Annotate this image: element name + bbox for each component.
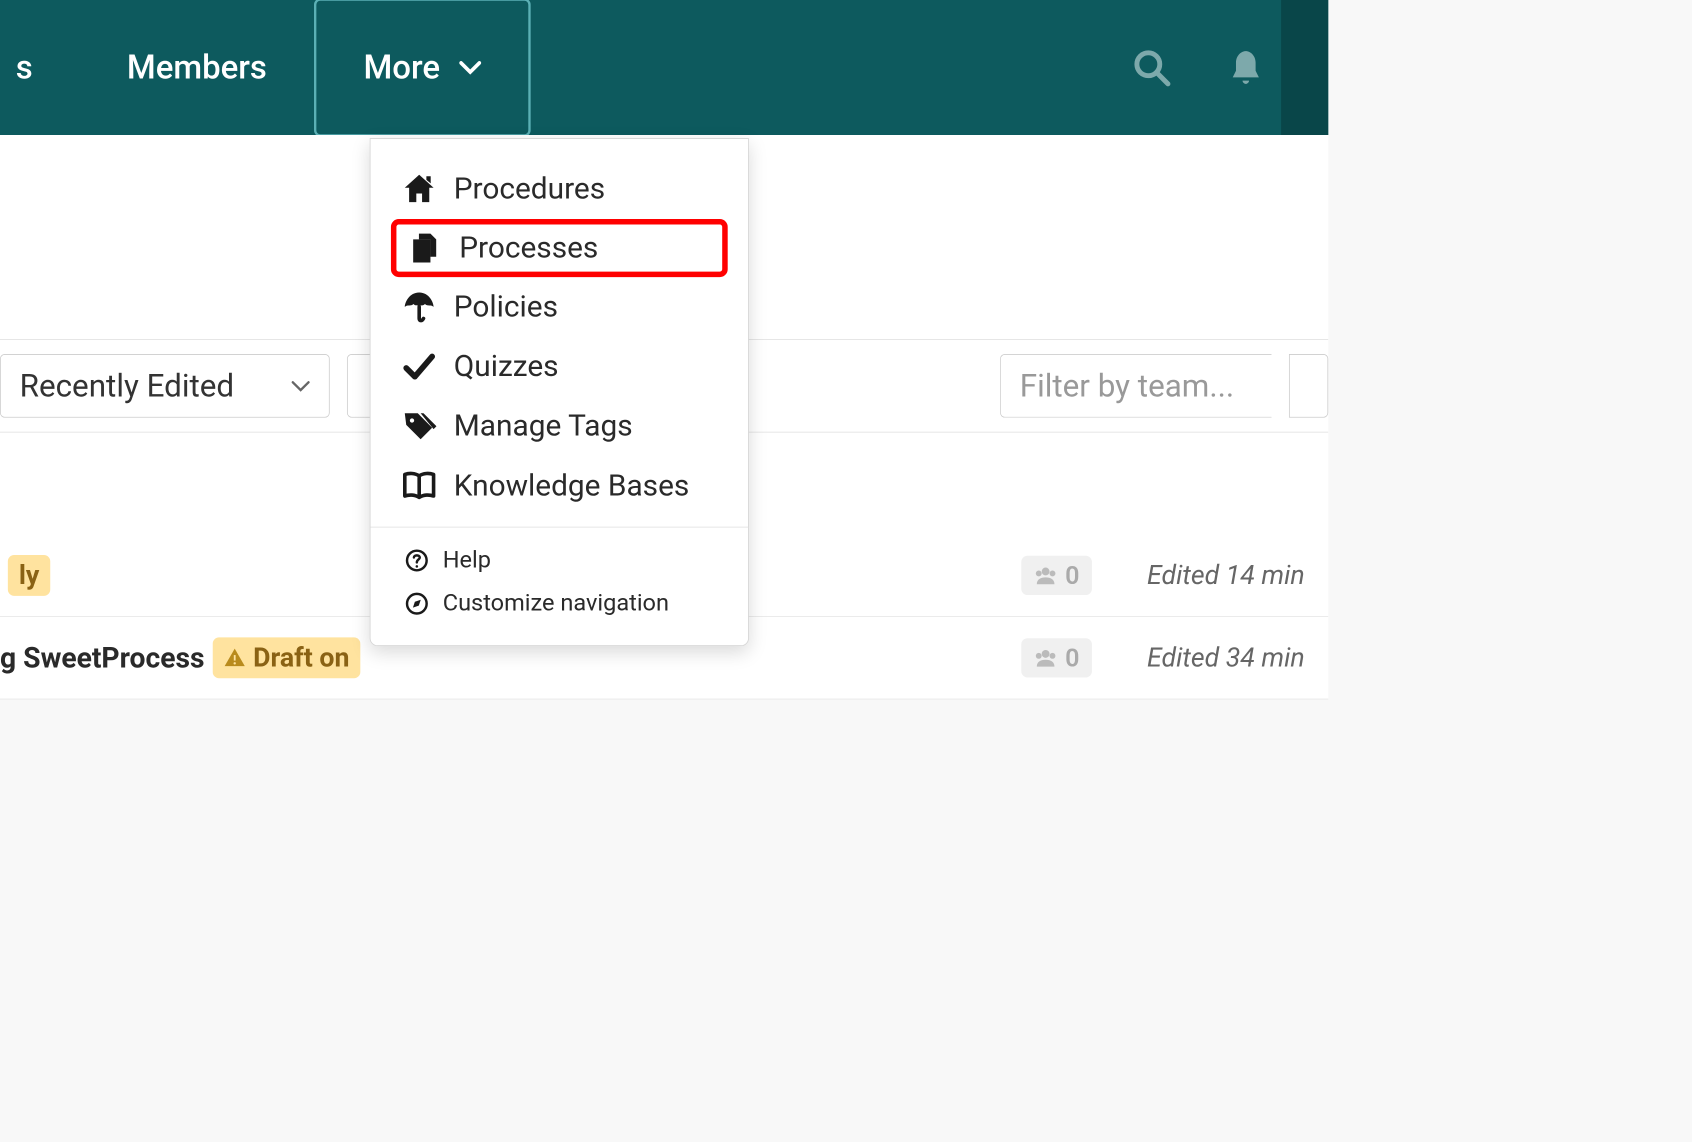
status-badge: Draft on (212, 637, 360, 678)
nav-item-more[interactable]: More (314, 0, 530, 137)
people-icon (1034, 566, 1058, 585)
book-icon (402, 469, 437, 504)
menu-item-processes[interactable]: Processes (391, 219, 728, 277)
menu-item-help[interactable]: Help (371, 539, 749, 582)
team-filter-select[interactable]: Filter by team... (1000, 354, 1272, 418)
bell-icon[interactable] (1226, 48, 1265, 87)
menu-item-customize-nav[interactable]: Customize navigation (371, 582, 749, 625)
row-meta: 0 Edited 14 min (1021, 556, 1304, 595)
nav-item-partial[interactable]: s (16, 0, 80, 135)
row-meta: 0 Edited 34 min (1021, 638, 1304, 677)
sort-select-label: Recently Edited (20, 367, 235, 404)
menu-label: Customize navigation (443, 590, 669, 617)
more-dropdown-menu: Procedures Processes Policies Quizzes Ma… (370, 138, 749, 646)
people-icon (1034, 648, 1058, 667)
umbrella-icon (402, 290, 437, 325)
menu-label: Processes (459, 231, 598, 266)
chevron-down-icon (459, 60, 481, 74)
home-icon (402, 172, 437, 207)
menu-label: Policies (454, 290, 558, 325)
edited-timestamp: Edited 34 min (1147, 642, 1305, 673)
menu-item-policies[interactable]: Policies (371, 277, 749, 337)
members-count[interactable]: 0 (1021, 556, 1092, 595)
status-badge: ly (8, 555, 50, 596)
edited-timestamp: Edited 14 min (1147, 560, 1305, 591)
menu-item-manage-tags[interactable]: Manage Tags (371, 396, 749, 456)
nav-more-label: More (363, 48, 440, 86)
menu-item-quizzes[interactable]: Quizzes (371, 337, 749, 397)
tags-icon (402, 409, 437, 444)
compass-icon (405, 591, 429, 615)
sort-select[interactable]: Recently Edited (0, 354, 330, 418)
copy-icon (407, 231, 442, 266)
members-count[interactable]: 0 (1021, 638, 1092, 677)
chevron-down-icon (291, 380, 310, 393)
menu-divider (371, 527, 749, 528)
help-icon (405, 548, 429, 572)
accent-strip (1281, 0, 1328, 135)
team-filter-placeholder: Filter by team... (1020, 367, 1234, 404)
menu-item-knowledge-bases[interactable]: Knowledge Bases (371, 456, 749, 516)
menu-label: Knowledge Bases (454, 469, 690, 504)
warning-icon (223, 647, 245, 669)
item-title: g SweetProcess (0, 641, 205, 674)
menu-item-procedures[interactable]: Procedures (371, 159, 749, 219)
menu-label: Quizzes (454, 349, 559, 384)
top-navigation-bar: s Members More (0, 0, 1328, 135)
menu-label: Manage Tags (454, 409, 633, 444)
check-icon (402, 349, 437, 384)
menu-label: Procedures (454, 172, 605, 207)
search-icon[interactable] (1132, 48, 1171, 87)
nav-item-members[interactable]: Members (80, 0, 314, 135)
menu-label: Help (443, 546, 491, 573)
team-filter-button[interactable] (1289, 354, 1328, 418)
